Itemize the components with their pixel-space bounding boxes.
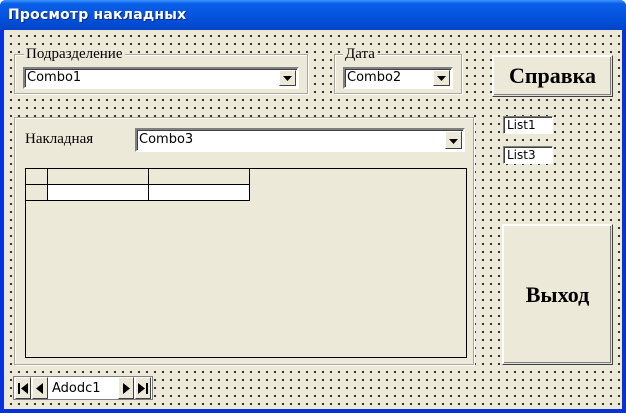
grid-corner-cell [26, 169, 48, 185]
dropdown-arrow-icon [449, 139, 458, 144]
help-button[interactable]: Справка [492, 55, 613, 97]
list3-box[interactable]: List3 [503, 146, 553, 164]
dropdown-arrow-icon [283, 76, 292, 81]
grid-row-header[interactable] [26, 185, 48, 201]
date-combo-dropdown-button[interactable] [433, 70, 450, 86]
next-record-icon [123, 383, 130, 394]
division-combo-dropdown-button[interactable] [279, 70, 296, 86]
app-window: Просмотр накладных Подразделение Combo1 … [0, 0, 626, 413]
grid-column-header[interactable] [48, 169, 149, 185]
division-legend: Подразделение [24, 46, 125, 62]
exit-button[interactable]: Выход [502, 224, 613, 365]
grid-column-header[interactable] [149, 169, 250, 185]
next-record-button[interactable] [118, 377, 134, 399]
prev-record-icon [36, 383, 43, 394]
invoice-combo[interactable]: Combo3 [135, 128, 465, 152]
invoice-combo-dropdown-button[interactable] [445, 131, 462, 149]
invoice-label: Накладная [25, 131, 94, 148]
first-record-button[interactable] [15, 377, 31, 399]
invoice-data-grid[interactable] [25, 168, 467, 358]
division-combo[interactable]: Combo1 [23, 67, 299, 89]
dropdown-arrow-icon [437, 76, 446, 81]
adodc-caption: Adodc1 [52, 381, 101, 396]
last-record-button[interactable] [135, 377, 151, 399]
window-title: Просмотр накладных [8, 7, 187, 23]
first-record-icon [18, 383, 28, 394]
division-frame: Подразделение Combo1 [14, 46, 308, 94]
invoice-combo-value: Combo3 [139, 132, 194, 147]
list1-box[interactable]: List1 [503, 116, 553, 134]
list1-value: List1 [507, 118, 536, 132]
date-legend: Дата [343, 46, 377, 62]
prev-record-button[interactable] [32, 377, 48, 399]
grid-cell[interactable] [48, 185, 149, 201]
title-bar[interactable]: Просмотр накладных [0, 0, 626, 30]
date-combo-value: Combo2 [347, 70, 402, 85]
date-combo[interactable]: Combo2 [343, 67, 453, 89]
invoice-frame: Накладная Combo3 [14, 117, 474, 365]
form-client-area: Подразделение Combo1 Дата Combo2 Справка… [4, 30, 622, 409]
list3-value: List3 [507, 148, 536, 162]
date-frame: Дата Combo2 [334, 46, 462, 94]
division-combo-value: Combo1 [27, 70, 82, 85]
grid-cell[interactable] [149, 185, 250, 201]
adodc-navigator: Adodc1 [13, 376, 153, 400]
last-record-icon [138, 383, 148, 394]
